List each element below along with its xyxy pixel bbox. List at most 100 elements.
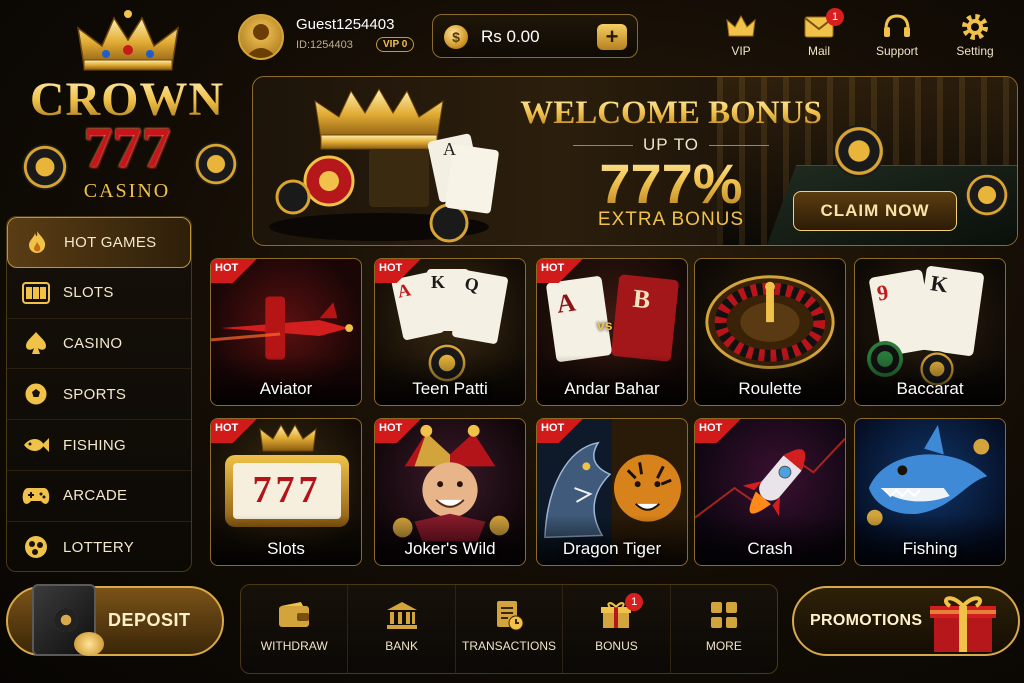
game-tile-jokers-wild[interactable]: HOT Joker's Wild [374,418,526,566]
game-tile-fishing[interactable]: Fishing [854,418,1006,566]
hot-badge: HOT [537,259,589,283]
spade-icon [26,332,46,355]
hot-badge: HOT [211,259,263,283]
menu-withdraw[interactable]: WITHDRAW [241,585,347,673]
banner-title: WELCOME BONUS [511,95,831,132]
sidebar-item-hot-games[interactable]: HOT GAMES [7,217,191,268]
lottery-balls-icon [25,536,47,559]
sidebar-item-label: HOT GAMES [64,233,157,251]
nav-mail-label: Mail [807,44,830,58]
playing-card: K [915,265,985,357]
deposit-label: DEPOSIT [108,610,191,630]
banner-card-ace: A [443,139,456,159]
hot-badge: HOT [537,419,589,443]
game-tile-roulette[interactable]: Roulette [694,258,846,406]
game-tile-crash[interactable]: HOT Crash [694,418,846,566]
hot-badge: HOT [375,259,427,283]
vip-level-badge: VIP 0 [376,37,415,52]
poker-chip-icon [833,125,885,177]
nav-setting-label: Setting [956,44,994,58]
welcome-bonus-banner[interactable]: A WELCOME BONUS UP TO 777% EXTRA BONUS C… [252,76,1018,246]
game-name: Baccarat [896,379,964,398]
game-name: Crash [747,539,793,558]
category-sidebar: HOT GAMES SLOTS CASINO SPORTS FISHING AR… [6,216,192,572]
promotions-button[interactable]: PROMOTIONS [792,586,1020,656]
game-tile-slots[interactable]: 777 HOT Slots [210,418,362,566]
user-silhouette-icon [245,24,277,58]
versus-label: vs [597,317,613,333]
game-name: Teen Patti [412,379,488,398]
game-tile-baccarat[interactable]: 9 K Baccarat [854,258,1006,406]
hot-badge: HOT [211,419,263,443]
banner-extra-bonus: EXTRA BONUS [597,209,745,230]
user-id: ID:1254403 [296,39,353,51]
deposit-button[interactable]: DEPOSIT [6,584,224,656]
sidebar-item-label: SLOTS [63,284,114,302]
headset-icon [884,14,910,37]
game-tile-teen-patti[interactable]: A K Q HOT Teen Patti [374,258,526,406]
menu-transactions[interactable]: TRANSACTIONS [454,585,562,673]
sidebar-item-arcade[interactable]: ARCADE [7,471,191,522]
grid-icon [710,602,737,628]
sidebar-item-label: SPORTS [63,385,127,403]
nav-vip-label: VIP [731,44,751,58]
sidebar-item-label: FISHING [63,436,126,454]
banner-bonus-amount: 777% [511,151,831,216]
avatar[interactable] [238,14,284,60]
game-tile-aviator[interactable]: HOT Aviator [210,258,362,406]
wallet-icon [279,602,310,627]
nav-mail[interactable]: Mail 1 [784,8,854,64]
game-name: Roulette [738,379,802,398]
sidebar-item-lottery[interactable]: LOTTERY [7,522,191,571]
bank-icon [386,602,417,629]
sidebar-item-fishing[interactable]: FISHING [7,420,191,471]
game-name: Dragon Tiger [562,539,662,558]
sidebar-item-slots[interactable]: SLOTS [7,268,191,319]
game-name: Slots [267,539,305,558]
balance-value: Rs 0.00 [481,27,540,46]
claim-now-button[interactable]: CLAIM NOW [793,191,957,231]
game-name: Joker's Wild [404,539,496,558]
bottom-menu: WITHDRAW BANK TRANSACTIONS BONUS 1 MORE [240,584,778,674]
menu-more[interactable]: MORE [669,585,777,673]
promotions-label: PROMOTIONS [810,612,923,629]
poker-chip-icon [965,173,1009,217]
menu-item-label: BANK [385,639,418,653]
gift-box-icon [930,596,996,652]
poker-chip-icon [22,144,68,190]
nav-support-label: Support [875,44,919,58]
soccer-ball-icon [24,382,48,406]
game-tile-andar-bahar[interactable]: A vs B HOT Andar Bahar [536,258,688,406]
gamepad-icon [22,487,50,504]
game-name: Aviator [259,379,313,398]
hot-badge: HOT [695,419,747,443]
slot-reel-symbols: 777 [233,463,341,519]
crown-icon [726,14,756,37]
menu-bank[interactable]: BANK [347,585,454,673]
dollar-coin-icon: $ [444,25,468,49]
menu-item-label: BONUS [595,639,638,653]
banner-crown-illustration [269,88,499,243]
sidebar-item-sports[interactable]: SPORTS [7,369,191,421]
transactions-icon [497,601,524,631]
nav-support[interactable]: Support [862,10,932,64]
game-name: Andar Bahar [564,379,660,398]
nav-vip[interactable]: VIP [706,10,776,64]
sidebar-item-label: LOTTERY [63,538,135,556]
sidebar-item-label: ARCADE [63,487,128,505]
casino-logo: CROWN 777 CASINO [14,6,240,206]
game-name: Fishing [902,539,958,558]
flame-icon [29,231,46,254]
gear-icon [962,14,988,40]
playing-card: B [610,274,680,362]
slot-machine-icon [22,281,50,304]
nav-setting[interactable]: Setting [940,10,1010,64]
user-profile[interactable]: Guest1254403 ID:1254403 VIP 0 [238,12,422,62]
sidebar-item-casino[interactable]: CASINO [7,319,191,370]
menu-item-label: TRANSACTIONS [462,639,557,653]
crown-icon [259,424,317,452]
menu-bonus[interactable]: BONUS 1 [562,585,669,673]
game-tile-dragon-tiger[interactable]: HOT Dragon Tiger [536,418,688,566]
add-funds-button[interactable]: + [597,24,627,50]
menu-item-label: WITHDRAW [260,639,328,653]
